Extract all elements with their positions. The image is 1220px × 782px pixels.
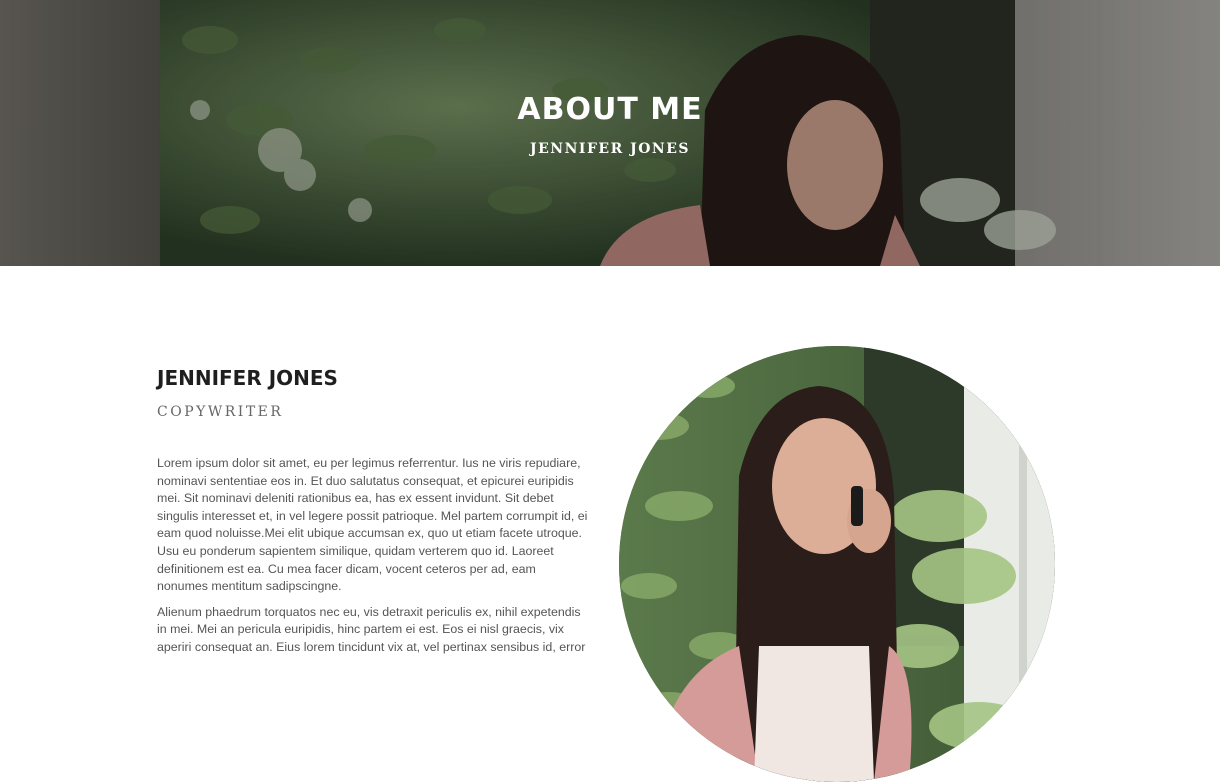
- about-section: JENNIFER JONES COPYWRITER Lorem ipsum do…: [0, 266, 1220, 782]
- bio-name: JENNIFER JONES: [157, 366, 338, 390]
- bio-paragraph: Lorem ipsum dolor sit amet, eu per legim…: [157, 456, 588, 594]
- bio-block: JENNIFER JONES COPYWRITER Lorem ipsum do…: [157, 366, 589, 657]
- hero-subtitle: JENNIFER JONES: [530, 141, 690, 157]
- portrait-image: [619, 346, 1055, 782]
- bio-paragraph: Alienum phaedrum torquatos nec eu, vis d…: [157, 604, 586, 654]
- page-title: ABOUT ME: [517, 92, 703, 127]
- hero-text-block: ABOUT ME JENNIFER JONES: [0, 92, 1220, 157]
- hero-banner: ABOUT ME JENNIFER JONES: [0, 0, 1220, 266]
- bio-role: COPYWRITER: [157, 404, 284, 420]
